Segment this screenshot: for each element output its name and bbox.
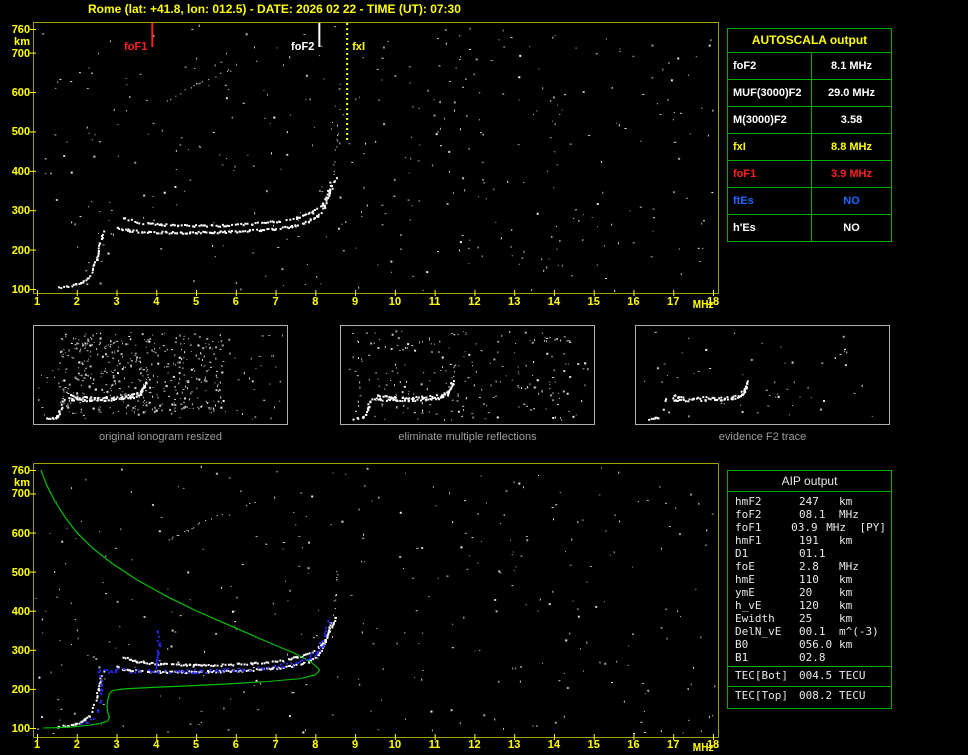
aip-row: B1 02.8 [728,651,891,664]
autoscala-param-label: h'Es [728,215,812,241]
aip-param-label: h_vE [735,599,762,612]
aip-param-unit: TECU [839,689,866,702]
aip-row: Ewidth 25 km [728,612,891,625]
aip-param-value: 110 [799,573,819,586]
aip-row: D1 01.1 [728,547,891,560]
autoscala-param-value: NO [843,222,860,234]
aip-param-value: 01.1 [799,547,826,560]
aip-param-label: hmE [735,573,755,586]
aip-param-label: TEC[Top] [735,689,788,702]
aip-param-value: 03.9 [791,521,818,534]
thumbnail-caption-original: original ionogram resized [99,431,222,443]
aip-param-unit: m^(-3) [839,625,879,638]
aip-param-value: 247 [799,495,819,508]
aip-param-unit: MHz [826,521,847,534]
autoscala-param-value: 8.8 MHz [831,141,872,153]
autoscala-param-value: 3.58 [840,114,863,126]
autoscala-param-value: 29.0 MHz [827,87,876,99]
aip-param-label: B0 [735,638,749,651]
aip-param-unit: km [839,534,853,547]
autoscala-row: MUF(3000)F2 29.0 MHz [728,79,891,106]
aip-param-label: TEC[Bot] [735,669,788,682]
aip-row: foF1 03.9 MHz [PY] [728,521,891,534]
aip-row: hmF2 247 km [728,495,891,508]
aip-param-unit: km [839,638,853,651]
aip-row: DelN_vE 00.1 m^(-3) [728,625,891,638]
aip-output-table: AIP output hmF2 247 km foF2 08.1 MHz foF1 03.9 M… [727,470,892,709]
aip-row: hmF1 191 km [728,534,891,547]
autoscala-param-value: NO [843,195,860,207]
aip-param-label: B1 [735,651,749,664]
autoscala-param-label: ftEs [728,188,812,214]
aip-row: hmE 110 km [728,573,891,586]
aip-param-unit: km [839,573,853,586]
aip-param-value: 120 [799,599,819,612]
thumbnail-caption-f2-trace: evidence F2 trace [718,431,807,443]
autoscala-output-table: AUTOSCALA output foF2 8.1 MHz MUF(3000)F2 2… [727,28,892,242]
autoscala-app-window: Rome (lat: +41.8, lon: 012.5) - DATE: 20… [0,0,968,755]
station-date-time-title: Rome (lat: +41.8, lon: 012.5) - DATE: 20… [88,2,461,16]
aip-row: TEC[Bot] 004.5 TECU [728,666,891,684]
aip-param-value: 08.1 [799,508,826,521]
aip-param-label: hmF2 [735,495,762,508]
aip-param-value: 02.8 [799,651,826,664]
aip-param-unit: km [839,495,853,508]
autoscala-param-value: 8.1 MHz [831,60,872,72]
aip-param-label: D1 [735,547,749,560]
aip-param-note: [PY] [859,521,887,534]
aip-param-unit: km [839,586,853,599]
aip-param-label: foE [735,560,755,573]
autoscala-row: foF1 3.9 MHz [728,160,891,187]
aip-param-value: 00.1 [799,625,826,638]
autoscala-row: M(3000)F2 3.58 [728,106,891,133]
aip-row: foE 2.8 MHz [728,560,891,573]
autoscala-param-label: foF1 [728,161,812,187]
autoscala-param-label: foF2 [728,53,812,79]
aip-param-value: 20 [799,586,813,599]
aip-param-value: 008.2 [799,689,833,702]
thumbnail-original-ionogram-canvas [33,325,288,425]
aip-row: ymE 20 km [728,586,891,599]
aip-param-unit: km [839,599,853,612]
aip-param-unit: MHz [839,508,859,521]
aip-param-unit: TECU [839,669,866,682]
aip-param-unit [839,547,877,560]
thumbnail-caption-reflections: eliminate multiple reflections [398,431,537,443]
aip-param-value: 2.8 [799,560,819,573]
aip-param-unit [839,651,877,664]
autoscala-param-label: M(3000)F2 [728,107,812,133]
aip-param-unit: km [839,612,853,625]
autoscala-table-title: AUTOSCALA output [728,29,891,53]
autoscala-row: foF2 8.1 MHz [728,53,891,79]
aip-param-label: ymE [735,586,755,599]
aip-param-unit: MHz [839,560,859,573]
aip-param-label: hmF1 [735,534,762,547]
aip-rows: hmF2 247 km foF2 08.1 MHz foF1 03.9 MHz [PY] hmF1 1… [728,492,891,708]
aip-param-label: foF2 [735,508,762,521]
aip-row: TEC[Top] 008.2 TECU [728,686,891,704]
autoscala-rows: foF2 8.1 MHz MUF(3000)F2 29.0 MHz M(3000)F2 3… [728,53,891,241]
aip-param-value: 056.0 [799,638,833,651]
aip-param-label: foF1 [735,521,762,534]
thumbnail-f2-trace-canvas [635,325,890,425]
aip-row: foF2 08.1 MHz [728,508,891,521]
thumbnail-multiple-reflections-canvas [340,325,595,425]
aip-row: h_vE 120 km [728,599,891,612]
aip-table-title: AIP output [728,471,891,492]
aip-param-value: 191 [799,534,819,547]
aip-param-label: Ewidth [735,612,775,625]
aip-param-label: DelN_vE [735,625,782,638]
aip-row: B0 056.0 km [728,638,891,651]
top-ionogram-plot-canvas [0,16,730,318]
autoscala-param-value: 3.9 MHz [831,168,872,180]
autoscala-row: ftEs NO [728,187,891,214]
autoscala-param-label: MUF(3000)F2 [728,80,812,106]
autoscala-row: h'Es NO [728,214,891,241]
bottom-ionogram-profile-canvas [0,454,730,754]
aip-param-value: 25 [799,612,813,625]
autoscala-param-label: fxI [728,134,812,160]
autoscala-row: fxI 8.8 MHz [728,133,891,160]
aip-param-value: 004.5 [799,669,833,682]
